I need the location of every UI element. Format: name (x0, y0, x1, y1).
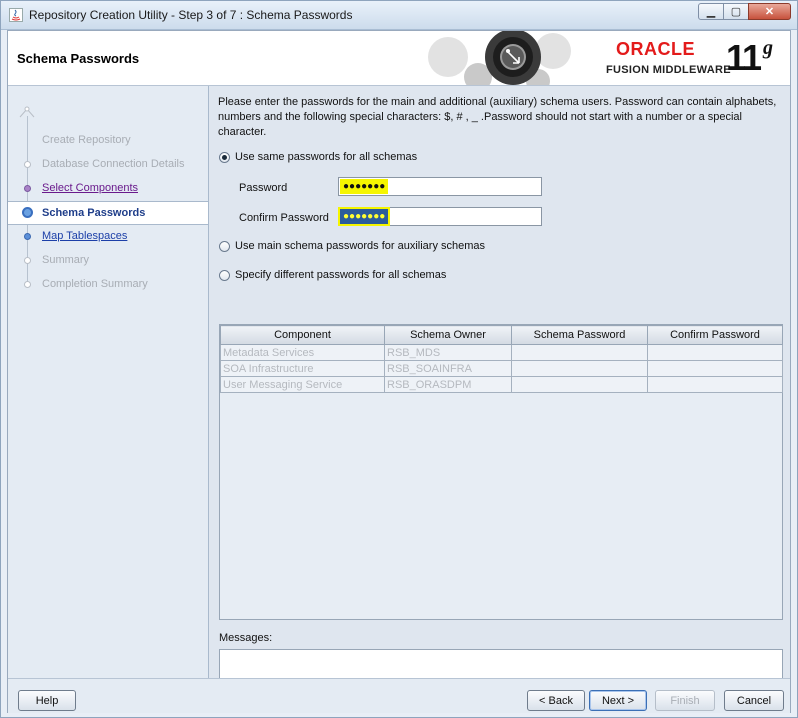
maximize-icon: ▢ (730, 6, 742, 18)
confirm-password-cell (647, 376, 783, 393)
schema-owner-cell: RSB_ORASDPM (384, 376, 512, 393)
confirm-password-label: Confirm Password (239, 212, 329, 224)
cancel-button[interactable]: Cancel (724, 690, 784, 711)
step-label: Schema Passwords (42, 207, 146, 219)
step-node-icon (24, 185, 31, 192)
schema-password-cell (511, 360, 648, 377)
password-label: Password (239, 182, 288, 194)
messages-label: Messages: (219, 632, 273, 644)
step-select-components[interactable]: Select Components (8, 178, 208, 200)
next-button[interactable]: Next > (589, 690, 647, 711)
window-controls: ▁ ▢ ✕ (698, 3, 791, 21)
table-row: User Messaging Service RSB_ORASDPM (220, 376, 783, 393)
step-completion-summary: Completion Summary (8, 274, 208, 296)
step-label: Completion Summary (42, 278, 148, 290)
table-row: Metadata Services RSB_MDS (220, 344, 783, 361)
step-label: Create Repository (42, 134, 131, 146)
finish-button: Finish (655, 690, 715, 711)
column-header[interactable]: Schema Owner (384, 325, 512, 345)
radio-same-passwords[interactable]: Use same passwords for all schemas (219, 151, 417, 163)
schema-owner-cell: RSB_MDS (384, 344, 512, 361)
step-node-icon (24, 161, 31, 168)
confirm-password-field[interactable]: ●●●●●●● (337, 207, 542, 226)
confirm-password-cell (647, 344, 783, 361)
oracle-logo: ORACLE FUSION MIDDLEWARE 11 g (606, 37, 788, 83)
table-row: SOA Infrastructure RSB_SOAINFRA (220, 360, 783, 377)
confirm-password-cell (647, 360, 783, 377)
column-header[interactable]: Schema Password (511, 325, 648, 345)
step-label: Select Components (42, 182, 138, 194)
step-summary: Summary (8, 250, 208, 272)
wizard-footer: Help < Back Next > Finish Cancel (8, 678, 790, 713)
version-number: 11 (726, 37, 762, 78)
step-label: Summary (42, 254, 90, 266)
schema-grid: Component Schema Owner Schema Password C… (220, 325, 783, 393)
column-header[interactable]: Component (220, 325, 385, 345)
schema-password-cell (511, 344, 648, 361)
table-header-row: Component Schema Owner Schema Password C… (220, 325, 783, 345)
wizard-header: Schema Passwords ORACLE FUSION MIDDLEWAR… (8, 31, 790, 86)
schema-password-cell (511, 376, 648, 393)
step-label: Map Tablespaces (42, 230, 128, 242)
wizard-client: Schema Passwords ORACLE FUSION MIDDLEWAR… (7, 30, 791, 713)
radio-label: Use main schema passwords for auxiliary … (235, 240, 486, 252)
component-cell: Metadata Services (220, 344, 385, 361)
step-map-tablespaces[interactable]: Map Tablespaces (8, 226, 208, 248)
rcu-window: Repository Creation Utility - Step 3 of … (0, 0, 798, 718)
step-node-icon (24, 257, 31, 264)
step-schema-passwords: Schema Passwords (8, 201, 208, 225)
product-name: FUSION MIDDLEWARE (606, 64, 731, 76)
close-button[interactable]: ✕ (748, 3, 791, 20)
password-field[interactable]: ●●●●●●● (338, 177, 542, 196)
step-node-icon (24, 281, 31, 288)
minimize-button[interactable]: ▁ (698, 3, 724, 20)
back-button[interactable]: < Back (527, 690, 585, 711)
radio-main-schema-passwords[interactable]: Use main schema passwords for auxiliary … (219, 240, 485, 252)
schema-table: Component Schema Owner Schema Password C… (219, 324, 783, 620)
radio-different-passwords[interactable]: Specify different passwords for all sche… (219, 269, 446, 281)
radio-unchecked-icon (219, 240, 230, 252)
column-header[interactable]: Confirm Password (647, 325, 783, 345)
radio-label: Specify different passwords for all sche… (235, 269, 447, 281)
radio-label: Use same passwords for all schemas (235, 151, 418, 163)
close-icon: ✕ (764, 6, 775, 18)
instructions-text: Please enter the passwords for the main … (218, 96, 777, 138)
window-title: Repository Creation Utility - Step 3 of … (29, 8, 353, 22)
main-panel: Please enter the passwords for the main … (209, 86, 790, 707)
help-button[interactable]: Help (18, 690, 76, 711)
schema-owner-cell: RSB_SOAINFRA (384, 360, 512, 377)
component-cell: SOA Infrastructure (220, 360, 385, 377)
component-cell: User Messaging Service (220, 376, 385, 393)
minimize-icon: ▁ (706, 6, 716, 18)
oracle-brand: ORACLE (616, 39, 695, 59)
page-title: Schema Passwords (17, 51, 140, 66)
maximize-button[interactable]: ▢ (723, 3, 749, 20)
steps-panel: Create Repository Database Connection De… (8, 86, 209, 678)
step-create-repository: Create Repository (8, 130, 208, 152)
confirm-password-value: ●●●●●●● (337, 207, 391, 226)
radio-checked-icon (219, 151, 230, 163)
step-label: Database Connection Details (42, 158, 185, 170)
java-app-icon (9, 8, 23, 22)
gears-graphic-icon (428, 31, 571, 85)
step-database-connection-details: Database Connection Details (8, 154, 208, 176)
title-bar[interactable]: Repository Creation Utility - Step 3 of … (1, 1, 797, 30)
password-value: ●●●●●●● (340, 179, 389, 194)
start-hand-icon (19, 106, 35, 118)
radio-unchecked-icon (219, 269, 230, 281)
current-step-icon (22, 207, 33, 218)
step-node-icon (24, 233, 31, 240)
version-suffix: g (763, 37, 773, 59)
